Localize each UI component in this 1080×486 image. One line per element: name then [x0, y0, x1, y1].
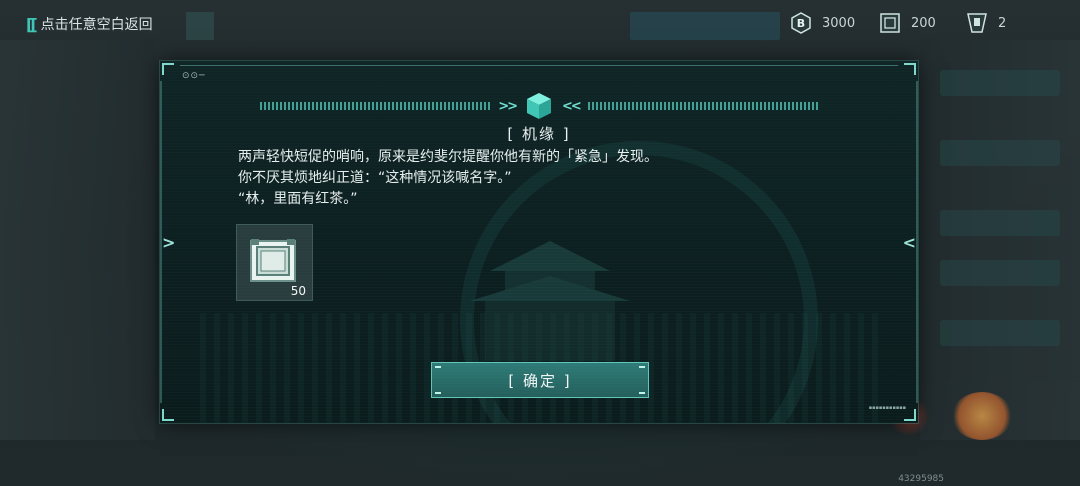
badge-ticket-icon [966, 12, 988, 34]
resource-badge-value: 2 [998, 15, 1007, 31]
dialog-line: 你不厌其烦地纠正道：“这种情况该喊名字。” [238, 170, 512, 186]
decor-dots: ⊙⊙─ [182, 71, 206, 81]
background-orb [952, 392, 1012, 440]
supply-crate-icon [879, 12, 901, 34]
back-label: 点击任意空白返回 [40, 17, 153, 33]
dialog-line: “林，里面有红茶。” [238, 191, 358, 207]
frame-corner [904, 63, 916, 75]
resource-currency: B 3000 [790, 12, 855, 34]
back-bracket-icon: [[ [26, 14, 38, 34]
double-chevron-right-icon: >> [498, 98, 518, 114]
header-hatch [260, 102, 491, 110]
background-right-panel [920, 40, 1080, 440]
reward-item[interactable]: 50 [236, 224, 313, 301]
header-hatch [587, 102, 818, 110]
dialog-line: 两声轻快短促的哨响，原来是约斐尔提醒你他有新的「紧急」发现。 [238, 149, 658, 165]
background-left-panel [0, 40, 155, 440]
dialog-body: 两声轻快短促的哨响，原来是约斐尔提醒你他有新的「紧急」发现。 你不厌其烦地纠正道… [238, 147, 658, 210]
decor-signature: ▪▪▪▪▪▪▪▪▪▪▪ [868, 405, 906, 411]
resource-supply: 200 [879, 12, 936, 34]
user-id: 43295985 [898, 474, 944, 484]
event-dialog: > < ⊙⊙─ >> << [ 机缘 ] 两声轻快短促的哨响，原来是约斐尔提醒你… [160, 61, 918, 423]
confirm-button[interactable]: [ 确定 ] [431, 362, 649, 398]
chevron-right-icon: > [162, 233, 176, 252]
frame-corner [162, 409, 174, 421]
back-button[interactable]: [[ 点击任意空白返回 [26, 14, 153, 34]
confirm-label: [ 确定 ] [508, 371, 572, 390]
dialog-title: [ 机缘 ] [507, 125, 571, 143]
supply-crate-icon [250, 239, 296, 282]
cube-icon [527, 93, 551, 119]
frame-top-line [180, 65, 898, 66]
resource-badge: 2 [966, 12, 1006, 34]
chevron-left-icon: < [902, 233, 916, 252]
resource-supply-value: 200 [911, 15, 936, 31]
svg-text:B: B [797, 17, 805, 30]
currency-b-icon: B [790, 12, 812, 34]
frame-corner [162, 63, 174, 75]
background-button [186, 12, 214, 40]
resource-currency-value: 3000 [822, 15, 856, 31]
decor-pagoda [470, 241, 630, 361]
reward-count: 50 [290, 284, 306, 298]
double-chevron-left-icon: << [562, 98, 582, 114]
background-button-wide [630, 12, 780, 40]
dialog-header: >> << [260, 91, 818, 121]
